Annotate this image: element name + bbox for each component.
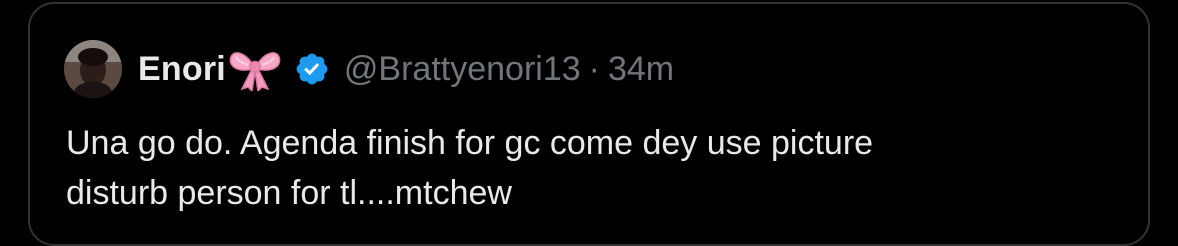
avatar-image bbox=[64, 40, 122, 98]
tweet-text: Una go do. Agenda finish for gc come dey… bbox=[66, 124, 874, 212]
verified-badge-icon bbox=[294, 51, 330, 87]
tweet-header: Enori @Brattyenori13 · 34m bbox=[64, 40, 674, 98]
avatar[interactable] bbox=[64, 40, 122, 98]
quoted-tweet-card[interactable]: Enori @Brattyenori13 · 34m Una go do. Ag… bbox=[28, 2, 1150, 246]
timestamp[interactable]: 34m bbox=[608, 50, 674, 89]
username-handle[interactable]: @Brattyenori13 bbox=[344, 50, 581, 89]
bow-icon bbox=[228, 47, 282, 93]
separator-dot: · bbox=[588, 49, 600, 88]
display-name[interactable]: Enori bbox=[138, 50, 226, 89]
